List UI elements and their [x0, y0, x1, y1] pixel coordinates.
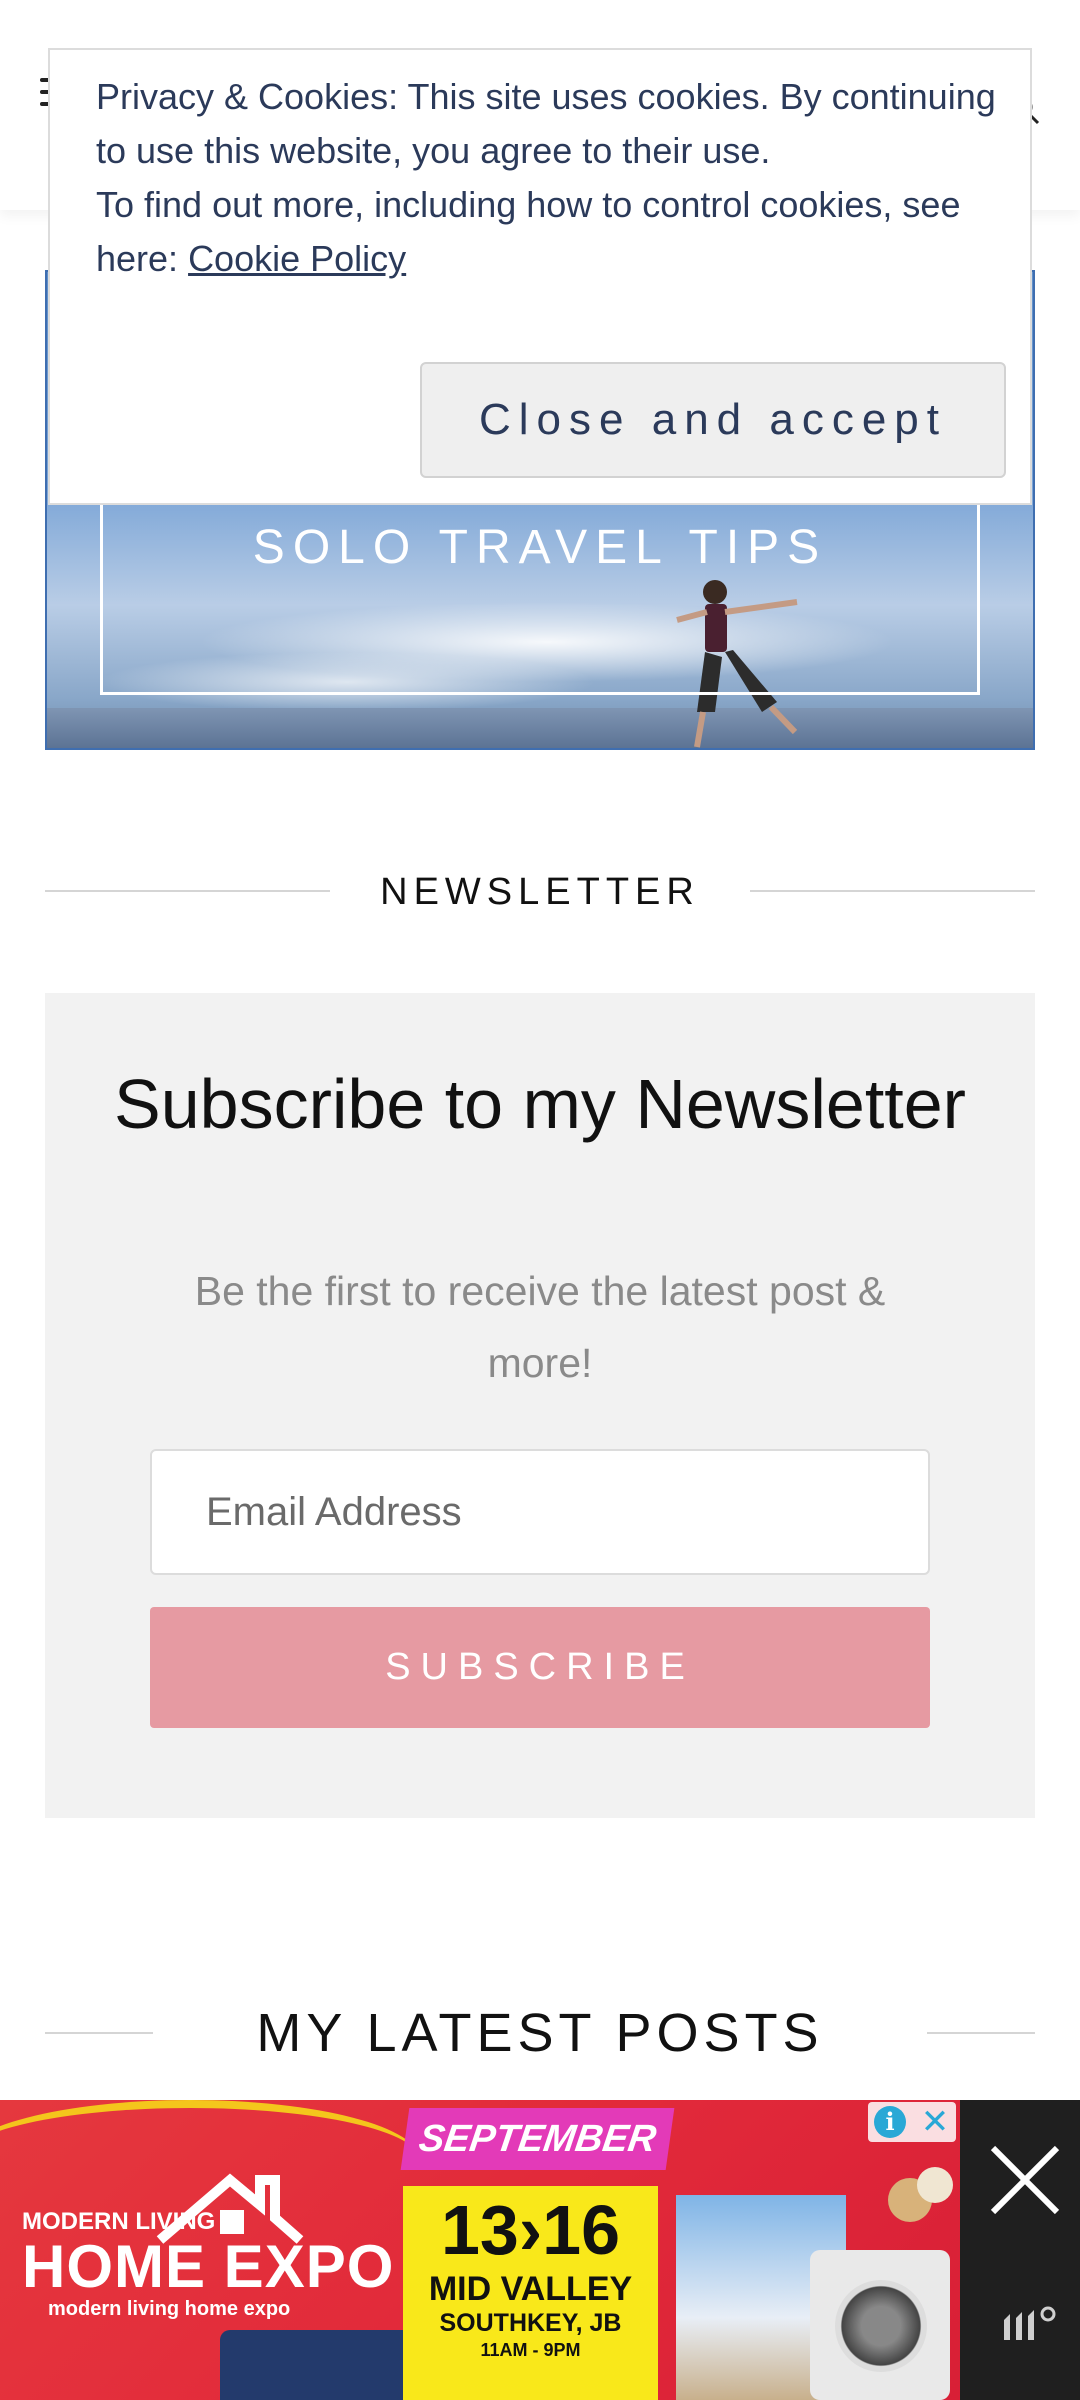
- email-field[interactable]: [150, 1449, 930, 1575]
- cookie-policy-link[interactable]: Cookie Policy: [188, 238, 406, 279]
- cookie-consent-text: Privacy & Cookies: This site uses cookie…: [96, 70, 1016, 286]
- close-and-accept-button[interactable]: Close and accept: [420, 362, 1006, 478]
- ad-dates: 13›16: [440, 2191, 621, 2269]
- latest-posts-section-label: MY LATEST POSTS: [256, 2003, 824, 2063]
- balloons-image: [888, 2167, 953, 2222]
- cookie-consent-banner: Privacy & Cookies: This site uses cookie…: [48, 48, 1032, 505]
- newsletter-section-heading: NEWSLETTER: [45, 862, 1035, 922]
- ad-venue: MID VALLEY: [428, 2270, 633, 2308]
- newsletter-section-label: NEWSLETTER: [380, 871, 700, 913]
- ad-social-handle: modern living home expo: [48, 2298, 291, 2320]
- hero-title[interactable]: SOLO TRAVEL TIPS: [100, 520, 980, 575]
- hero-mountains: [47, 708, 1033, 748]
- washing-machine-image: [810, 2250, 950, 2400]
- latest-posts-section-heading: MY LATEST POSTS: [45, 1998, 1035, 2068]
- ad-dates-panel: 13›16 MID VALLEY SOUTHKEY, JB 11AM - 9PM: [403, 2186, 658, 2400]
- ad-creative[interactable]: MODERN LIVING HOME EXPO modern living ho…: [0, 2100, 960, 2400]
- sofa-image: [220, 2330, 420, 2400]
- subscribe-button[interactable]: SUBSCRIBE: [150, 1607, 930, 1728]
- ad-hours: 11AM - 9PM: [480, 2340, 581, 2360]
- cookie-consent-line1: Privacy & Cookies: This site uses cookie…: [96, 76, 996, 171]
- ad-network-logo-icon: [1004, 2306, 1056, 2340]
- info-icon[interactable]: i: [874, 2106, 906, 2138]
- ad-choices[interactable]: i ✕: [868, 2102, 956, 2142]
- ad-month: SEPTEMBER: [400, 2108, 675, 2170]
- newsletter-subtitle: Be the first to receive the latest post …: [194, 1268, 886, 1386]
- close-icon[interactable]: ✕: [918, 2102, 952, 2142]
- newsletter-title: Subscribe to my Newsletter: [114, 1065, 966, 1143]
- close-ad-icon[interactable]: [985, 2140, 1065, 2220]
- newsletter-box: Subscribe to my Newsletter Be the first …: [45, 993, 1035, 1818]
- divider: [927, 2032, 1035, 2034]
- divider: [750, 890, 1035, 892]
- ad-banner: MODERN LIVING HOME EXPO modern living ho…: [0, 2100, 1080, 2400]
- ad-venue-sub: SOUTHKEY, JB: [439, 2309, 622, 2337]
- ad-brand-big: HOME EXPO: [22, 2233, 395, 2300]
